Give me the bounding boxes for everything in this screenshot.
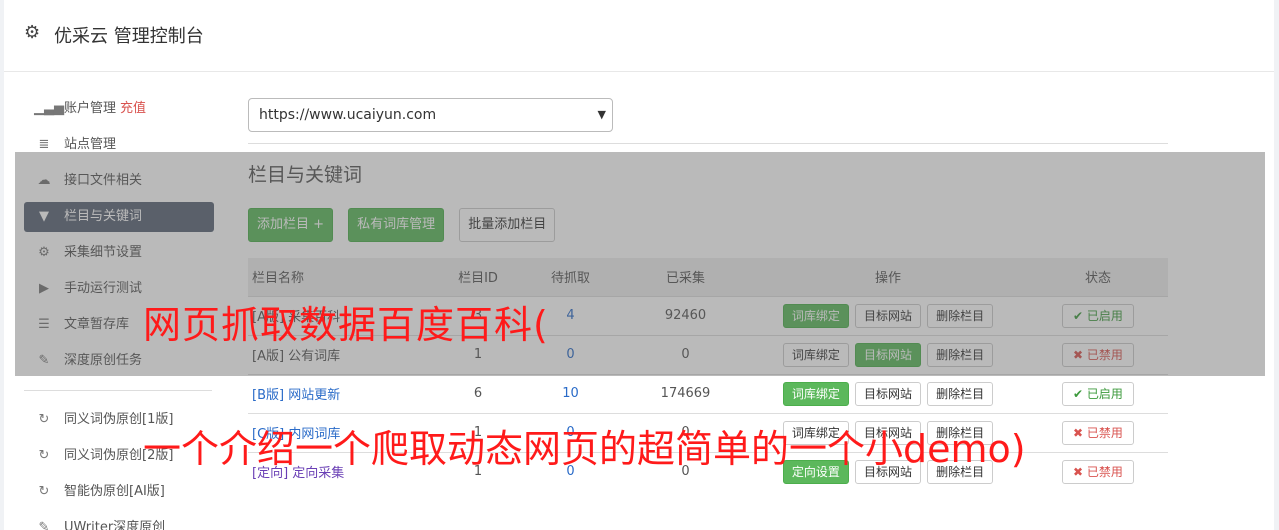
refresh-icon: ↻ — [38, 412, 50, 427]
sidebar-item-ai[interactable]: ↻ 智能伪原创[AI版] — [24, 477, 214, 507]
table-row: [B版] 网站更新 6 10 174669 词库绑定 目标网站 删除栏目 ✔ 已… — [248, 373, 1168, 413]
gear-icon: ⚙ — [24, 22, 41, 43]
status-disabled-button[interactable]: ✖ 已禁用 — [1062, 420, 1134, 445]
row-actions: 词库绑定 目标网站 删除栏目 — [748, 373, 1028, 413]
sidebar-divider — [24, 390, 212, 391]
row-id: 6 — [438, 373, 518, 413]
edit-icon: ✎ — [38, 520, 50, 530]
sidebar-item-account[interactable]: ▁▃▅ 账户管理 充值 — [24, 94, 214, 124]
bar-chart-icon: ▁▃▅ — [34, 101, 64, 116]
sidebar-item-label: 站点管理 — [64, 137, 117, 152]
status-enabled-button[interactable]: ✔ 已启用 — [1062, 381, 1134, 406]
refresh-icon: ↻ — [38, 484, 50, 499]
row-collected: 174669 — [623, 373, 748, 413]
header: ⚙ 优采云 管理控制台 — [4, 0, 1274, 72]
status-disabled-button[interactable]: ✖ 已禁用 — [1062, 459, 1134, 484]
sidebar-item-label: 智能伪原创[AI版] — [64, 484, 165, 499]
row-status: ✔ 已启用 — [1028, 373, 1168, 413]
row-status: ✖ 已禁用 — [1028, 412, 1168, 452]
sidebar-item-label: 账户管理 — [64, 101, 117, 116]
sidebar-item-label: UWriter深度原创 — [64, 520, 166, 530]
target-site-button[interactable]: 目标网站 — [854, 381, 921, 406]
site-select[interactable]: https://www.ucaiyun.com ▼ — [248, 98, 613, 132]
delete-column-button[interactable]: 删除栏目 — [927, 381, 994, 406]
divider — [248, 143, 1168, 144]
site-select-value: https://www.ucaiyun.com — [259, 107, 437, 123]
overlay-caption-line1: 网页抓取数据百度百科( — [143, 303, 549, 347]
bind-dict-button[interactable]: 词库绑定 — [782, 381, 849, 406]
row-pending[interactable]: 10 — [518, 373, 623, 413]
sidebar-item-uwriter[interactable]: ✎ UWriter深度原创 — [24, 513, 214, 530]
refresh-icon: ↻ — [38, 448, 50, 463]
row-name[interactable]: [B版] 网站更新 — [248, 373, 438, 413]
app-title: 优采云 管理控制台 — [54, 26, 204, 47]
chevron-down-icon: ▼ — [597, 108, 606, 121]
row-status: ✖ 已禁用 — [1028, 451, 1168, 491]
recharge-link[interactable]: 充值 — [120, 101, 146, 116]
overlay-caption-line2: 一个介绍一个爬取动态网页的超简单的一个小demo) — [143, 427, 1026, 471]
